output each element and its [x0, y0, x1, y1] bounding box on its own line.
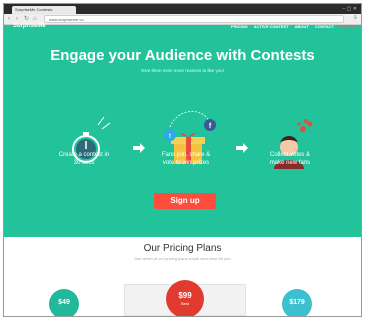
facebook-icon: f	[204, 119, 216, 131]
plan-badge-179[interactable]: $179	[282, 289, 312, 316]
twitter-icon: t	[164, 129, 176, 141]
step-create-line2: 30 secs	[73, 159, 95, 166]
hero-illustrations: t f	[72, 111, 313, 169]
svg-text:t: t	[169, 133, 171, 140]
plan-price: $49	[58, 299, 70, 306]
hearts-icon	[297, 119, 313, 132]
site-nav: PRICING ACTIVE CONTEST ABOUT CONTACT SIG…	[231, 24, 355, 29]
step-collect: Collect votes & make new fans	[250, 152, 330, 167]
plan-price: $99	[178, 291, 192, 300]
plan-badge-49[interactable]: $49	[49, 289, 79, 316]
arrow-right-icon	[236, 143, 248, 153]
step-fans: Fans join, share & vote to win prizes	[146, 152, 226, 167]
browser-tab[interactable]: SurpriseMe Contests	[12, 6, 76, 14]
pricing-title: Our Pricing Plans	[143, 243, 222, 254]
window-controls[interactable]: – ▢ ✕	[343, 6, 357, 12]
step-create: Create a contest in 30 secs	[44, 152, 124, 167]
signup-button[interactable]: Sign up	[154, 193, 216, 209]
browser-window: SurpriseMe Contests – ▢ ✕ ‹ › ↻ ⌂ www.su…	[3, 3, 362, 317]
hero-section: SurpriseMe PRICING ACTIVE CONTEST ABOUT …	[4, 23, 361, 237]
pricing-subtitle: See which of our pricing plans would wor…	[134, 256, 231, 261]
arrow-right-icon	[133, 143, 145, 153]
plan-price: $179	[289, 299, 305, 306]
nav-signin[interactable]: SIGN IN	[340, 24, 355, 29]
reload-icon[interactable]: ↻	[24, 15, 29, 23]
hero-subheadline: Give them even more reasons to like you!	[140, 68, 225, 73]
step-fans-line1: Fans join, share &	[161, 152, 211, 158]
nav-active-contest[interactable]: ACTIVE CONTEST	[254, 24, 289, 29]
hero-headline: Engage your Audience with Contests	[50, 47, 315, 64]
address-bar[interactable]: www.surpriseme.co	[44, 15, 344, 23]
step-fans-line2: vote to win prizes	[162, 159, 210, 166]
tab-bar: SurpriseMe Contests – ▢ ✕	[4, 4, 361, 14]
nav-pricing[interactable]: PRICING	[231, 24, 248, 29]
step-collect-line2: make new fans	[269, 159, 311, 166]
step-create-line1: Create a contest in	[58, 152, 110, 158]
plan-badge-99[interactable]: $99 Best	[166, 280, 204, 316]
nav-contact[interactable]: CONTACT	[315, 24, 334, 29]
forward-icon[interactable]: ›	[16, 15, 18, 23]
plan-note: Best	[180, 301, 189, 306]
step-collect-line1: Collect votes &	[269, 152, 311, 158]
site-logo[interactable]: SurpriseMe	[13, 23, 46, 29]
nav-about[interactable]: ABOUT	[295, 24, 309, 29]
menu-icon[interactable]: ≡	[353, 15, 357, 21]
home-icon[interactable]: ⌂	[33, 15, 37, 23]
back-icon[interactable]: ‹	[8, 15, 10, 23]
